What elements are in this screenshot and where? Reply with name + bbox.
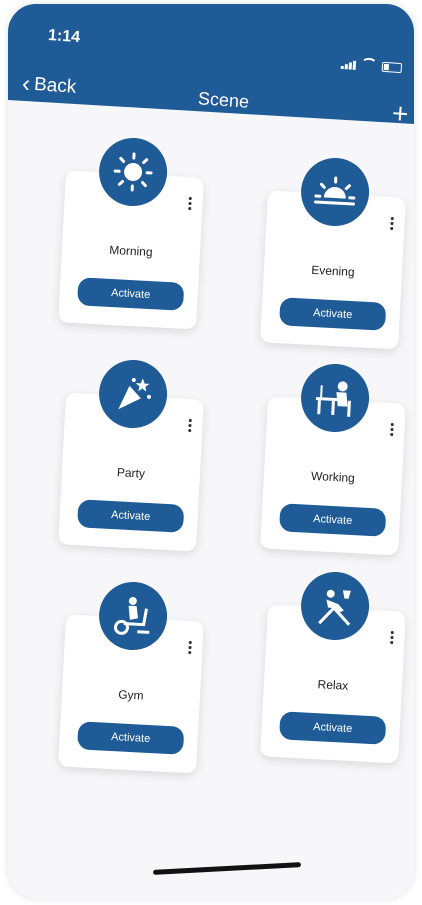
home-indicator[interactable] [152,862,302,875]
scene-name: Morning [108,242,153,260]
person-at-desk-icon [299,362,371,434]
back-button[interactable]: ‹ Back [21,70,77,100]
scene-card-party[interactable]: Party Activate [58,358,204,552]
signal-icon [340,60,357,70]
activate-button[interactable]: Activate [77,721,185,755]
phone-screen: 1:14 ‹ Back Scene + Morning Activate Eve… [8,4,414,899]
chevron-left-icon: ‹ [21,70,32,98]
more-options-icon[interactable] [388,216,395,231]
battery-icon [381,61,403,74]
scene-name: Party [116,465,146,481]
page-title: Scene [197,88,250,112]
add-scene-button[interactable]: + [391,97,409,130]
activate-button[interactable]: Activate [279,711,387,745]
more-options-icon[interactable] [186,196,193,211]
sunset-icon [299,156,371,228]
more-options-icon[interactable] [388,422,395,437]
scene-card-relax[interactable]: Relax Activate [260,570,406,764]
scene-card-working[interactable]: Working Activate [260,362,406,556]
scene-name: Gym [117,687,144,703]
back-label: Back [33,73,77,98]
activate-button[interactable]: Activate [77,499,185,533]
status-time: 1:14 [47,26,81,47]
scene-card-morning[interactable]: Morning Activate [58,136,204,330]
exercise-bike-icon [97,580,169,652]
party-popper-icon [97,358,169,430]
more-options-icon[interactable] [388,630,395,645]
more-options-icon[interactable] [186,640,193,655]
scene-name: Working [310,468,356,486]
scene-name: Evening [310,262,355,280]
activate-button[interactable]: Activate [279,503,387,537]
activate-button[interactable]: Activate [279,297,387,331]
sun-icon [97,136,169,208]
scene-card-evening[interactable]: Evening Activate [260,156,406,350]
scene-name: Relax [317,677,349,693]
activate-button[interactable]: Activate [77,277,185,311]
more-options-icon[interactable] [186,418,193,433]
wifi-icon [360,57,378,72]
lounge-chair-icon [299,570,371,642]
scene-card-gym[interactable]: Gym Activate [58,580,204,774]
